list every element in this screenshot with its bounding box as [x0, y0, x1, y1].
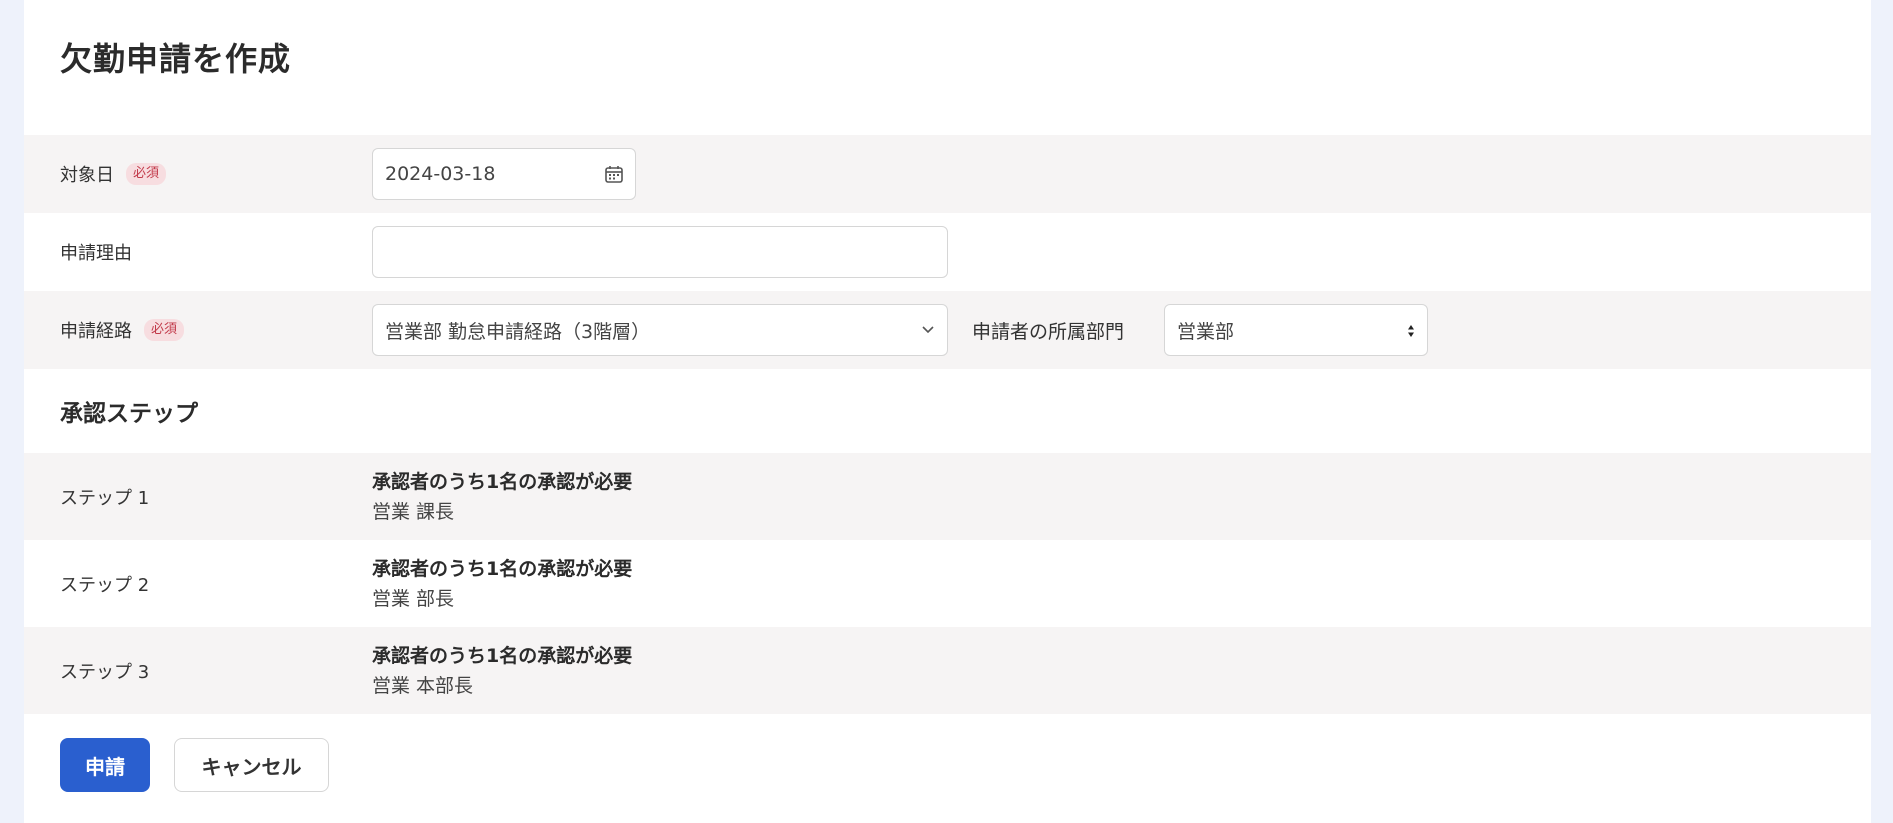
department-label: 申請者の所属部門 [972, 320, 1125, 343]
reason-label-group: 申請理由 [60, 239, 132, 265]
route-label-group: 申請経路 必須 [60, 317, 185, 343]
step-detail: 承認者のうち1名の承認が必要 営業 部長 [372, 554, 632, 614]
department-selected-value: 営業部 [1177, 320, 1235, 343]
target-date-row: 対象日 必須 2024-03-18 [24, 135, 1871, 213]
target-date-label: 対象日 [60, 165, 114, 186]
step-detail: 承認者のうち1名の承認が必要 営業 課長 [372, 467, 632, 527]
step-detail: 承認者のうち1名の承認が必要 営業 本部長 [372, 641, 632, 701]
target-date-label-group: 対象日 必須 [60, 161, 167, 187]
approval-step-row: ステップ 3 承認者のうち1名の承認が必要 営業 本部長 [24, 627, 1871, 714]
chevron-down-icon [919, 321, 937, 339]
cancel-button[interactable]: キャンセル [174, 738, 329, 792]
step-rule: 承認者のうち1名の承認が必要 [372, 470, 633, 493]
step-approver: 営業 本部長 [372, 674, 474, 697]
step-approver: 営業 部長 [372, 587, 455, 610]
reason-row: 申請理由 [24, 213, 1871, 291]
target-date-value: 2024-03-18 [385, 163, 496, 185]
route-label: 申請経路 [60, 321, 132, 342]
reason-label: 申請理由 [60, 243, 132, 264]
step-label: ステップ 3 [60, 661, 150, 683]
step-approver: 営業 課長 [372, 500, 455, 523]
route-row: 申請経路 必須 営業部 勤怠申請経路（3階層） 申請者の所属部門 営業部 [24, 291, 1871, 369]
calendar-icon[interactable] [603, 163, 625, 185]
route-select[interactable]: 営業部 勤怠申請経路（3階層） [372, 304, 948, 356]
page-title: 欠勤申請を作成 [60, 40, 292, 78]
sort-arrows-icon [1405, 322, 1417, 340]
step-rule: 承認者のうち1名の承認が必要 [372, 557, 633, 580]
department-select[interactable]: 営業部 [1164, 304, 1428, 356]
approval-step-row: ステップ 2 承認者のうち1名の承認が必要 営業 部長 [24, 540, 1871, 627]
step-label: ステップ 2 [60, 574, 150, 596]
step-label: ステップ 1 [60, 487, 150, 509]
submit-button[interactable]: 申請 [60, 738, 150, 792]
target-date-input[interactable]: 2024-03-18 [372, 148, 636, 200]
approval-steps-heading: 承認ステップ [60, 401, 198, 427]
required-badge: 必須 [126, 163, 167, 185]
route-selected-value: 営業部 勤怠申請経路（3階層） [385, 320, 651, 343]
step-rule: 承認者のうち1名の承認が必要 [372, 644, 633, 667]
required-badge: 必須 [144, 319, 185, 341]
approval-step-row: ステップ 1 承認者のうち1名の承認が必要 営業 課長 [24, 453, 1871, 540]
reason-input[interactable] [372, 226, 948, 278]
form-panel: 欠勤申請を作成 対象日 必須 2024-03-18 申請理由 申請経路 必須 営… [24, 0, 1871, 823]
